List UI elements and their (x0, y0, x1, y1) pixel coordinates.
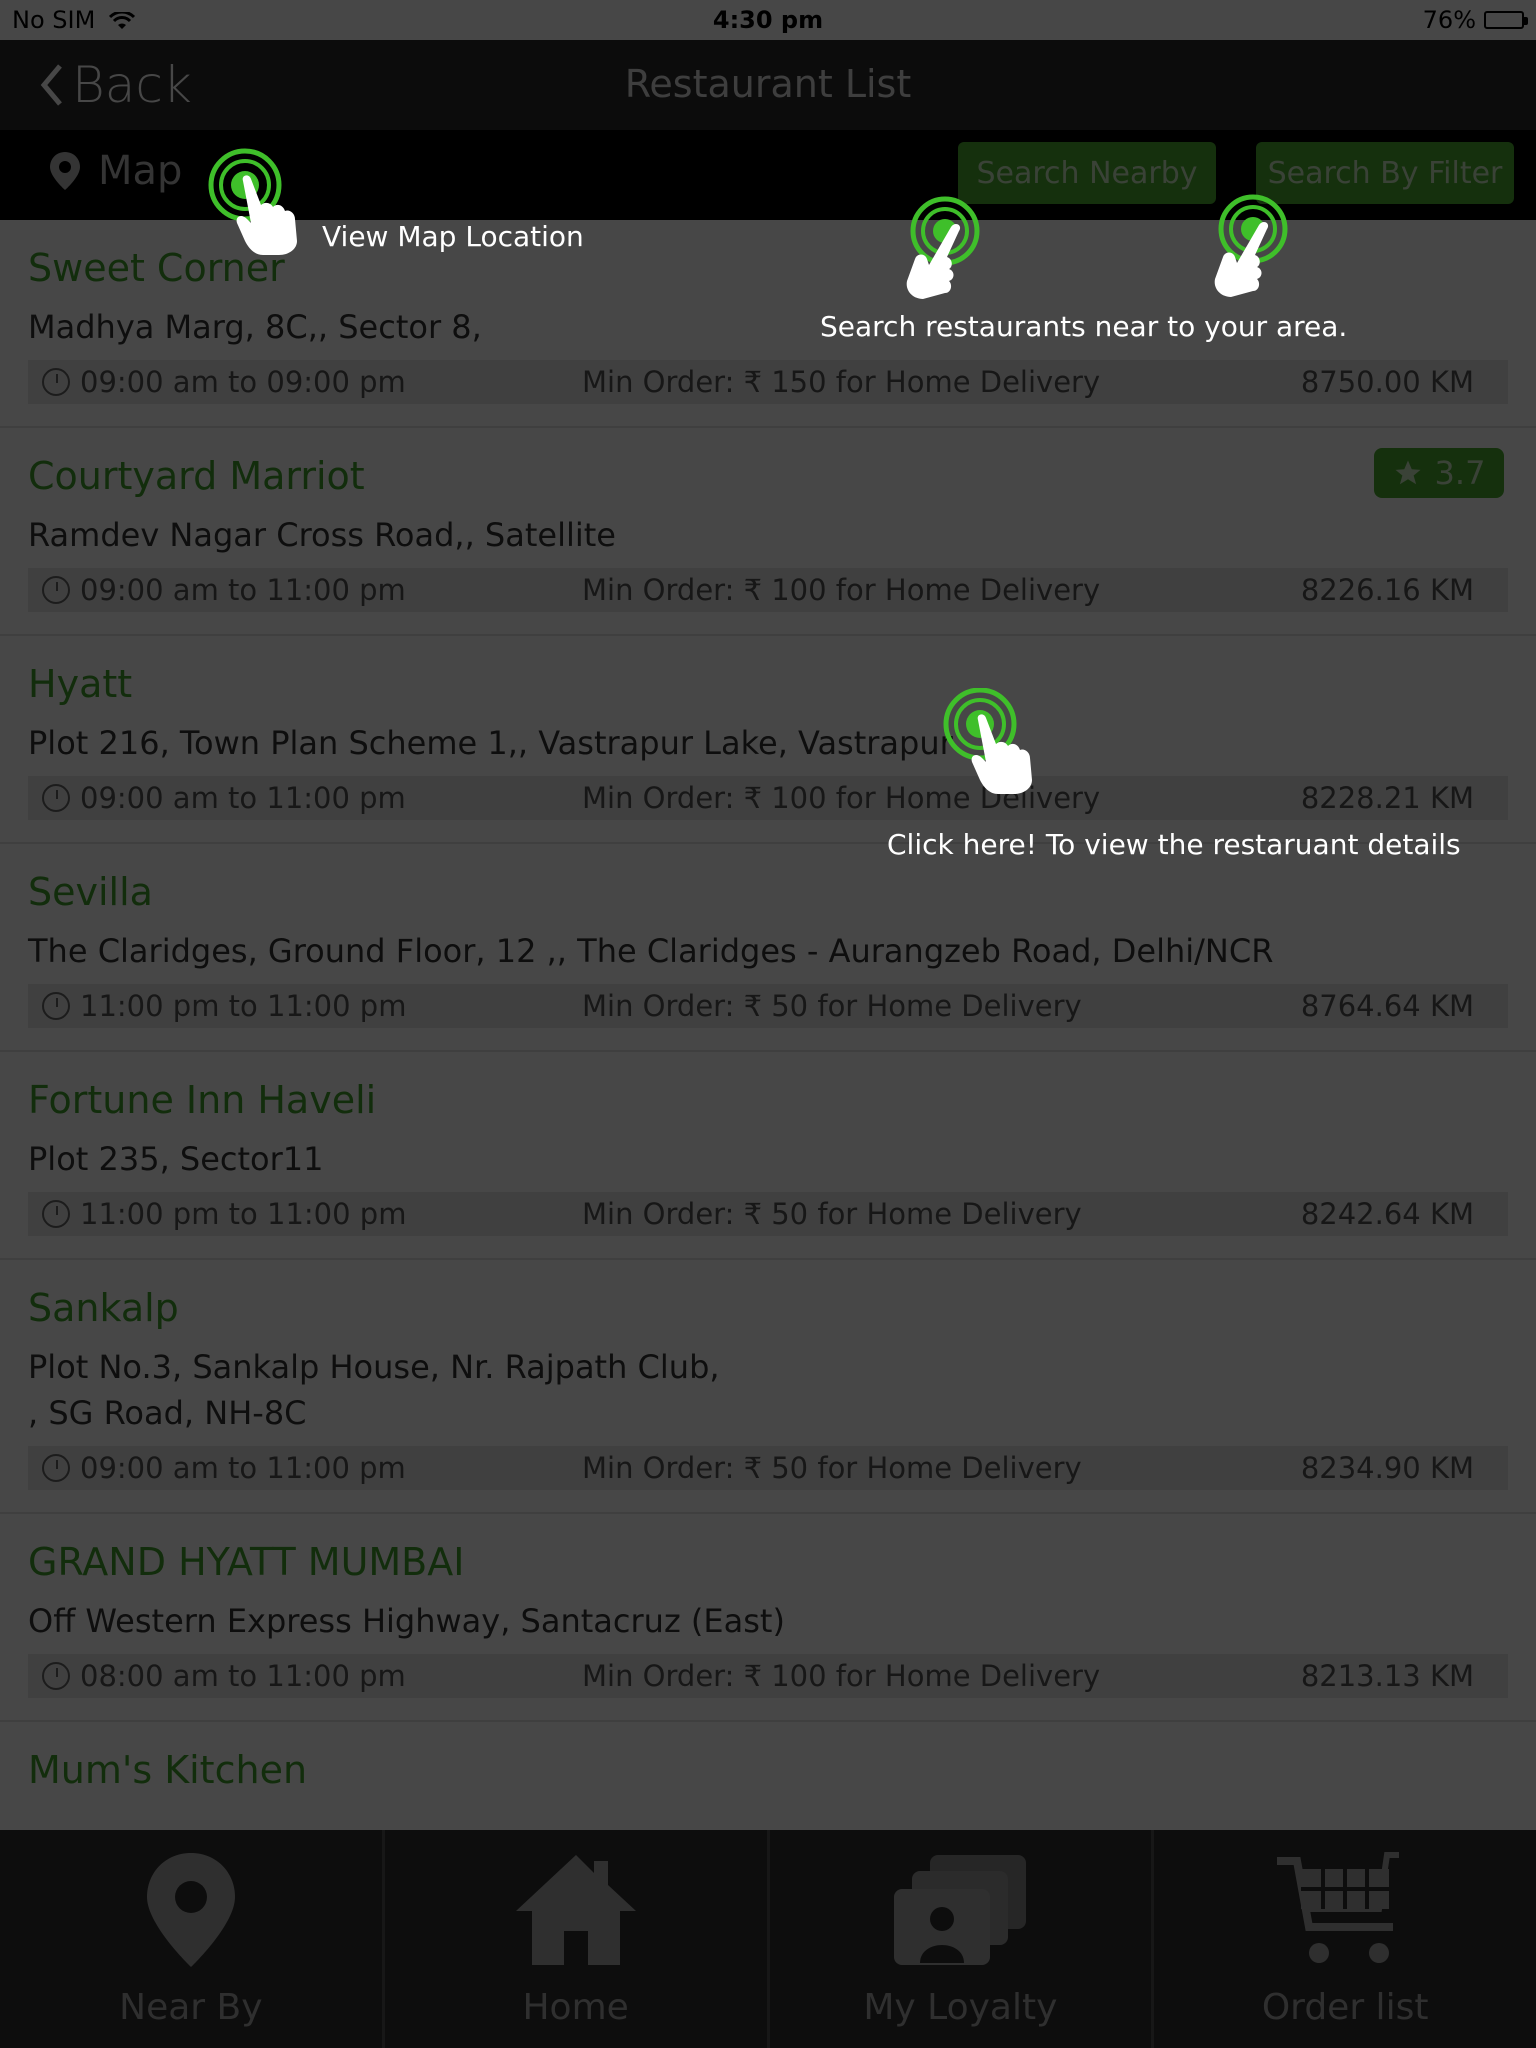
tab-home[interactable]: Home (385, 1830, 770, 2048)
tap-hand-icon (1214, 194, 1288, 297)
min-order: Min Order: ₹ 50 for Home Delivery (582, 1197, 1082, 1231)
restaurant-address: Plot 216, Town Plan Scheme 1,, Vastrapur… (28, 724, 953, 762)
restaurant-info-bar: 11:00 pm to 11:00 pm Min Order: ₹ 50 for… (28, 984, 1508, 1028)
restaurant-address: Ramdev Nagar Cross Road,, Satellite (28, 516, 616, 554)
tab-my-loyalty[interactable]: My Loyalty (770, 1830, 1155, 2048)
shopping-cart-icon (1277, 1852, 1400, 1963)
home-icon (515, 1855, 636, 1965)
rating-badge: 3.7 (1374, 448, 1504, 498)
tab-order-list[interactable]: Order list (1154, 1830, 1536, 2048)
restaurant-name: GRAND HYATT MUMBAI (28, 1540, 465, 1584)
clock-icon (42, 1200, 70, 1228)
clock-icon (42, 992, 70, 1020)
distance: 8226.16 KM (1300, 573, 1474, 607)
restaurant-name: Mum's Kitchen (28, 1748, 308, 1792)
restaurant-info-bar: 09:00 am to 11:00 pm Min Order: ₹ 50 for… (28, 1446, 1508, 1490)
distance: 8234.90 KM (1300, 1451, 1474, 1485)
restaurant-info-bar: 11:00 pm to 11:00 pm Min Order: ₹ 50 for… (28, 1192, 1508, 1236)
restaurant-name: Courtyard Marriot (28, 454, 365, 498)
restaurant-name: Hyatt (28, 662, 133, 706)
opening-hours: 09:00 am to 11:00 pm (80, 781, 406, 815)
clock-icon (42, 784, 70, 812)
map-pin-icon (50, 152, 80, 190)
opening-hours: 09:00 am to 11:00 pm (80, 573, 406, 607)
clock-icon (42, 368, 70, 396)
min-order: Min Order: ₹ 100 for Home Delivery (582, 1659, 1101, 1693)
navigation-bar: Back Restaurant List (0, 40, 1536, 130)
star-icon (1395, 460, 1421, 485)
tap-hand-icon (943, 688, 1032, 794)
opening-hours: 11:00 pm to 11:00 pm (80, 989, 407, 1023)
status-bar: No SIM 4:30 pm 76% (0, 0, 1536, 40)
restaurant-address: Plot No.3, Sankalp House, Nr. Rajpath Cl… (28, 1348, 720, 1432)
distance: 8750.00 KM (1300, 365, 1474, 399)
restaurant-item[interactable]: Fortune Inn Haveli Plot 235, Sector11 11… (0, 1052, 1536, 1260)
min-order: Min Order: ₹ 50 for Home Delivery (582, 989, 1082, 1023)
restaurant-info-bar: 09:00 am to 11:00 pm Min Order: ₹ 100 fo… (28, 568, 1508, 612)
restaurant-info-bar: 09:00 am to 11:00 pm Min Order: ₹ 100 fo… (28, 776, 1508, 820)
restaurant-info-bar: 08:00 am to 11:00 pm Min Order: ₹ 100 fo… (28, 1654, 1508, 1698)
details-hint-label: Click here! To view the restaruant detai… (887, 828, 1461, 861)
distance: 8242.64 KM (1300, 1197, 1474, 1231)
location-pin-icon (146, 1853, 235, 1967)
distance: 8228.21 KM (1300, 781, 1474, 815)
opening-hours: 09:00 am to 09:00 pm (80, 365, 406, 399)
min-order: Min Order: ₹ 150 for Home Delivery (582, 365, 1101, 399)
restaurant-address: Plot 235, Sector11 (28, 1140, 324, 1178)
restaurant-name: Sankalp (28, 1286, 179, 1330)
clock-icon (42, 1662, 70, 1690)
map-button[interactable]: Map (48, 148, 182, 194)
min-order: Min Order: ₹ 100 for Home Delivery (582, 573, 1101, 607)
loyalty-cards-icon (894, 1855, 1027, 1965)
restaurant-item[interactable]: Mum's Kitchen (0, 1722, 1536, 1830)
opening-hours: 09:00 am to 11:00 pm (80, 1451, 406, 1485)
restaurant-item[interactable]: Courtyard Marriot Ramdev Nagar Cross Roa… (0, 428, 1536, 636)
restaurant-name: Sevilla (28, 870, 153, 914)
battery-status: 76% (1423, 6, 1528, 34)
distance: 8213.13 KM (1300, 1659, 1474, 1693)
tap-hand-icon (208, 148, 297, 255)
page-title: Restaurant List (624, 62, 912, 106)
min-order: Min Order: ₹ 100 for Home Delivery (582, 781, 1101, 815)
map-hint-label: View Map Location (322, 220, 584, 253)
restaurant-item[interactable]: Hyatt Plot 216, Town Plan Scheme 1,, Vas… (0, 636, 1536, 844)
opening-hours: 11:00 pm to 11:00 pm (80, 1197, 407, 1231)
restaurant-address: The Claridges, Ground Floor, 12 ,, The C… (28, 932, 1274, 970)
restaurant-info-bar: 09:00 am to 09:00 pm Min Order: ₹ 150 fo… (28, 360, 1508, 404)
search-hint-label: Search restaurants near to your area. (820, 310, 1348, 343)
tab-near-by[interactable]: Near By (0, 1830, 385, 2048)
min-order: Min Order: ₹ 50 for Home Delivery (582, 1451, 1082, 1485)
restaurant-item[interactable]: Sevilla The Claridges, Ground Floor, 12 … (0, 844, 1536, 1052)
restaurant-item[interactable]: GRAND HYATT MUMBAI Off Western Express H… (0, 1514, 1536, 1722)
tab-bar: Near By Home My Loyalty Order list (0, 1830, 1536, 2048)
restaurant-address: Off Western Express Highway, Santacruz (… (28, 1602, 785, 1640)
tap-hand-icon (906, 196, 980, 299)
battery-icon (1484, 11, 1528, 29)
opening-hours: 08:00 am to 11:00 pm (80, 1659, 406, 1693)
clock: 4:30 pm (712, 6, 824, 34)
restaurant-item[interactable]: Sankalp Plot No.3, Sankalp House, Nr. Ra… (0, 1260, 1536, 1514)
distance: 8764.64 KM (1300, 989, 1474, 1023)
restaurant-list: Sweet Corner Madhya Marg, 8C,, Sector 8,… (0, 220, 1536, 1830)
clock-icon (42, 1454, 70, 1482)
clock-icon (42, 576, 70, 604)
restaurant-name: Fortune Inn Haveli (28, 1078, 377, 1122)
